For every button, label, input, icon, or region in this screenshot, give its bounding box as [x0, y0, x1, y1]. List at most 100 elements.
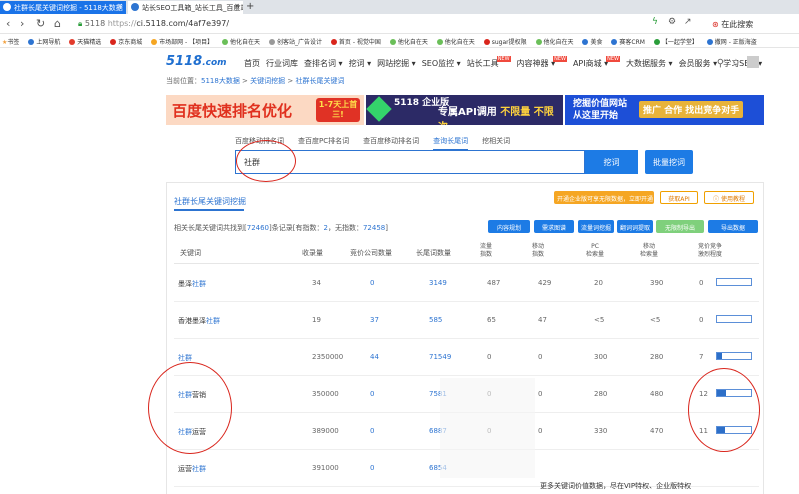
keyword-link[interactable]: 运营社群 — [178, 464, 206, 474]
banner-burst: 1-7天上首三! — [316, 98, 360, 122]
nav-item[interactable]: 站长工具NEW — [467, 56, 511, 69]
nav-item[interactable]: SEO监控 ▾ — [422, 58, 461, 69]
bookmark-label: 【一起学堂】 — [661, 39, 698, 46]
bookmark-item[interactable]: 他化自在天 — [436, 34, 475, 46]
get-api-button[interactable]: 获取API — [660, 191, 698, 204]
breadcrumb-item[interactable]: 关键词挖掘 — [250, 77, 285, 85]
banner-text-a: 专属API调用 — [438, 107, 497, 118]
lightning-icon[interactable]: ϟ — [652, 17, 658, 27]
browser-tab-active[interactable]: 社群长尾关键词挖掘 - 5118大数据 × — [0, 1, 126, 14]
bookmark-item[interactable]: 创客站_广告设计 — [268, 34, 322, 46]
nav-item[interactable]: 网站挖掘 ▾ — [377, 58, 416, 69]
close-tab-icon[interactable]: × — [234, 2, 240, 10]
bookmark-item[interactable]: 首页 - 视觉中国 — [330, 34, 381, 46]
bookmark-item[interactable]: 天猫精选 — [69, 34, 101, 46]
cell-bidding[interactable]: 0 — [370, 390, 374, 398]
panel-title-underline — [174, 209, 244, 211]
share-icon[interactable]: ↗ — [684, 17, 692, 27]
search-tab[interactable]: 查百度移动排名词 — [363, 136, 419, 149]
bookmark-item[interactable]: 美食 — [582, 34, 602, 46]
column-header[interactable]: 移动 检索量 — [640, 243, 658, 259]
nav-label: 行业词库 — [266, 59, 298, 68]
bookmark-item[interactable]: 他化自在天 — [389, 34, 428, 46]
content-plan-button[interactable]: 内容规划 — [488, 220, 530, 233]
bookmark-item[interactable]: 京东商城 — [110, 34, 142, 46]
cell-bidding[interactable]: 37 — [370, 316, 379, 324]
back-icon[interactable]: ‹ — [6, 17, 10, 30]
keyword-link[interactable]: 墨泽社群 — [178, 279, 206, 289]
summary-unindexed: 72458 — [362, 224, 386, 232]
site-header: 5118.com 首页 行业词库 查排名词 ▾ 挖词 ▾ 网站挖掘 ▾ SEO监控 ▾ 站长… — [0, 50, 799, 74]
reload-icon[interactable]: ↻ — [36, 17, 45, 30]
unlimited-export-button[interactable]: 无限制导出 — [656, 220, 704, 233]
site-logo[interactable]: 5118.com — [166, 54, 227, 69]
keyword-link[interactable]: 香港墨泽社群 — [178, 316, 220, 326]
cell-index: 19 — [312, 316, 321, 324]
bookmark-item[interactable]: 他化自在天 — [535, 34, 574, 46]
banner-fast-ranking[interactable]: 百度快速排名优化 1-7天上首三! — [166, 95, 364, 125]
nav-item[interactable]: 行业词库 — [266, 58, 298, 69]
tools-icon[interactable]: ⚙︎ — [668, 17, 676, 27]
browser-tab[interactable]: 站长SEO工具箱_站长工具_百度站长... × — [128, 1, 243, 14]
column-header[interactable]: 流量 指数 — [480, 243, 492, 259]
nav-item[interactable]: 挖词 ▾ — [349, 58, 372, 69]
breadcrumb-item[interactable]: 5118大数据 — [201, 77, 240, 85]
secure-site-label: 5118 — [84, 19, 106, 28]
cell-bidding[interactable]: 0 — [370, 464, 374, 472]
bookmark-item[interactable]: 撒网 - 正版海盗 — [706, 34, 757, 46]
cell-longtail[interactable]: 71549 — [429, 353, 451, 361]
dig-keywords-button[interactable]: 挖词 — [585, 150, 638, 174]
column-header[interactable]: 移动 指数 — [532, 243, 544, 259]
nav-item[interactable]: 首页 — [244, 58, 260, 69]
cell-bidding[interactable]: 44 — [370, 353, 379, 361]
tutorial-button[interactable]: ⓘ 使用教程 — [704, 191, 754, 204]
bookmark-item[interactable]: 他化自在天 — [222, 34, 260, 46]
bookmark-item[interactable]: 赛客CRM — [611, 34, 645, 46]
extract-words-button[interactable]: 翻词词提取 — [617, 220, 653, 233]
column-header[interactable]: 收录量 — [302, 248, 323, 258]
breadcrumb-item[interactable]: 社群长尾关键词 — [295, 77, 344, 85]
notification-icon[interactable]: ♢ — [731, 58, 740, 69]
bookmark-item[interactable]: ★书签 — [2, 34, 19, 46]
nav-item[interactable]: 内容神器 ▾NEW — [517, 56, 567, 69]
vip-upgrade-button[interactable]: 开通企业版可享无限数据，立即开通 — [554, 191, 654, 204]
keyword-part: 社群 — [206, 317, 220, 325]
column-header[interactable]: 竞价竞争 激烈程度 — [698, 243, 722, 259]
url-text: ci.5118.com/4af7e397/ — [136, 19, 230, 28]
cell-bidding[interactable]: 0 — [370, 427, 374, 435]
search-icon[interactable]: ⌕ — [704, 58, 710, 69]
batch-dig-button[interactable]: 批量挖词 — [645, 150, 693, 174]
close-tab-icon[interactable]: × — [117, 2, 123, 10]
browser-search-field[interactable]: ⊛ 在此搜索 — [712, 17, 792, 31]
banner-site-mining[interactable]: 挖掘价值网站 从这里开始 推广 合作 找出竞争对手 — [565, 95, 764, 125]
bookmark-item[interactable]: 市场部网 - 【项目】 — [151, 34, 213, 46]
column-header[interactable]: 长尾词数量 — [416, 248, 451, 258]
banner-enterprise-api[interactable]: 5118 企业版 专属API调用 不限量 不限次 — [366, 95, 563, 125]
location-icon[interactable]: ⚲ — [717, 58, 724, 69]
avatar[interactable] — [747, 56, 760, 68]
search-tab[interactable]: 挖相关词 — [482, 136, 510, 149]
cell-longtail[interactable]: 585 — [429, 316, 442, 324]
bookmark-item[interactable]: 【一起学堂】 — [653, 34, 698, 46]
search-tab[interactable]: 查百度PC排名词 — [298, 136, 349, 149]
logo-text: 5118 — [166, 54, 203, 69]
export-data-button[interactable]: 导出数据 — [708, 220, 758, 233]
nav-item[interactable]: API商城 ▾NEW — [573, 56, 620, 69]
cell-longtail[interactable]: 3149 — [429, 279, 447, 287]
demand-graph-button[interactable]: 需求图谱 — [534, 220, 574, 233]
bookmark-item[interactable]: 上网导航 — [28, 34, 60, 46]
bookmark-item[interactable]: sugar提权限 — [483, 34, 527, 46]
column-header[interactable]: PC 检索量 — [586, 243, 604, 259]
traffic-word-button[interactable]: 流量词挖掘 — [578, 220, 614, 233]
cell-bidding[interactable]: 0 — [370, 279, 374, 287]
home-icon[interactable]: ⌂ — [54, 17, 61, 30]
new-tab-button[interactable]: + — [246, 1, 254, 12]
keyword-part: 香港墨泽 — [178, 317, 206, 325]
search-tab[interactable]: 查询长尾词 — [433, 136, 469, 151]
nav-item[interactable]: 大数据服务 ▾ — [626, 58, 673, 69]
breadcrumb-prefix: 当前位置： — [166, 77, 201, 85]
nav-item[interactable]: 查排名词 ▾ — [304, 58, 343, 69]
column-header[interactable]: 竞价公司数量 — [350, 248, 392, 258]
forward-icon[interactable]: › — [20, 17, 24, 30]
url-field[interactable]: 🔒︎ 5118 https://ci.5118.com/4af7e397/ — [78, 17, 598, 31]
